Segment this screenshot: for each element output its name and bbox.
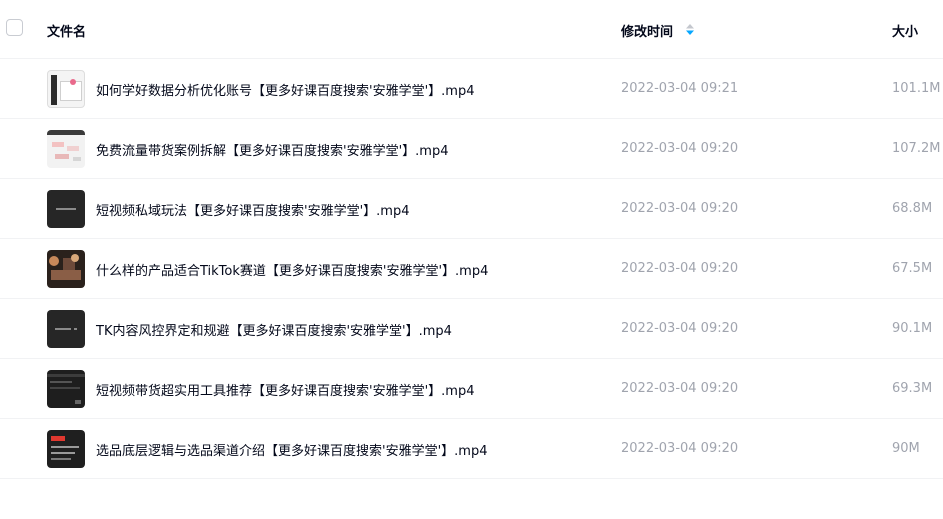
file-modified-time: 2022-03-04 09:20 (621, 321, 739, 336)
file-size: 67.5M (892, 261, 933, 276)
file-name[interactable]: TK内容风控界定和规避【更多好课百度搜索'安雅学堂'】.mp4 (96, 320, 452, 339)
file-name[interactable]: 如何学好数据分析优化账号【更多好课百度搜索'安雅学堂'】.mp4 (96, 80, 474, 99)
column-header-size[interactable]: 大小 (892, 21, 918, 40)
video-thumbnail (47, 190, 85, 228)
table-row[interactable]: 选品底层逻辑与选品渠道介绍【更多好课百度搜索'安雅学堂'】.mp4 2022-0… (0, 419, 943, 479)
video-thumbnail (47, 70, 85, 108)
file-name[interactable]: 短视频私域玩法【更多好课百度搜索'安雅学堂'】.mp4 (96, 200, 409, 219)
file-modified-time: 2022-03-04 09:20 (621, 441, 739, 456)
table-row[interactable]: TK内容风控界定和规避【更多好课百度搜索'安雅学堂'】.mp4 2022-03-… (0, 299, 943, 359)
file-size: 69.3M (892, 381, 933, 396)
table-row[interactable]: 短视频带货超实用工具推荐【更多好课百度搜索'安雅学堂'】.mp4 2022-03… (0, 359, 943, 419)
video-thumbnail (47, 430, 85, 468)
table-row[interactable]: 什么样的产品适合TikTok赛道【更多好课百度搜索'安雅学堂'】.mp4 202… (0, 239, 943, 299)
file-name[interactable]: 免费流量带货案例拆解【更多好课百度搜索'安雅学堂'】.mp4 (96, 140, 448, 159)
file-modified-time: 2022-03-04 09:21 (621, 81, 739, 96)
file-modified-time: 2022-03-04 09:20 (621, 141, 739, 156)
video-thumbnail (47, 370, 85, 408)
table-row[interactable]: 免费流量带货案例拆解【更多好课百度搜索'安雅学堂'】.mp4 2022-03-0… (0, 119, 943, 179)
file-size: 107.2M (892, 141, 941, 156)
file-size: 90.1M (892, 321, 933, 336)
file-size: 101.1M (892, 81, 941, 96)
select-all-checkbox[interactable] (6, 19, 23, 36)
file-modified-time: 2022-03-04 09:20 (621, 261, 739, 276)
file-list: 文件名 修改时间 大小 如何学好数据分析优化账号【更多好课百度搜索'安雅学堂'】… (0, 0, 943, 519)
file-size: 90M (892, 441, 920, 456)
file-name[interactable]: 选品底层逻辑与选品渠道介绍【更多好课百度搜索'安雅学堂'】.mp4 (96, 440, 487, 459)
video-thumbnail (47, 250, 85, 288)
file-name[interactable]: 什么样的产品适合TikTok赛道【更多好课百度搜索'安雅学堂'】.mp4 (96, 260, 488, 279)
column-header-name[interactable]: 文件名 (47, 21, 86, 40)
column-header-modified-time[interactable]: 修改时间 (621, 21, 673, 40)
sort-icon[interactable] (685, 23, 695, 36)
video-thumbnail (47, 310, 85, 348)
file-modified-time: 2022-03-04 09:20 (621, 381, 739, 396)
video-thumbnail (47, 130, 85, 168)
file-size: 68.8M (892, 201, 933, 216)
file-name[interactable]: 短视频带货超实用工具推荐【更多好课百度搜索'安雅学堂'】.mp4 (96, 380, 474, 399)
table-row[interactable]: 如何学好数据分析优化账号【更多好课百度搜索'安雅学堂'】.mp4 2022-03… (0, 59, 943, 119)
table-row[interactable]: 短视频私域玩法【更多好课百度搜索'安雅学堂'】.mp4 2022-03-04 0… (0, 179, 943, 239)
list-header: 文件名 修改时间 大小 (0, 0, 943, 59)
file-modified-time: 2022-03-04 09:20 (621, 201, 739, 216)
